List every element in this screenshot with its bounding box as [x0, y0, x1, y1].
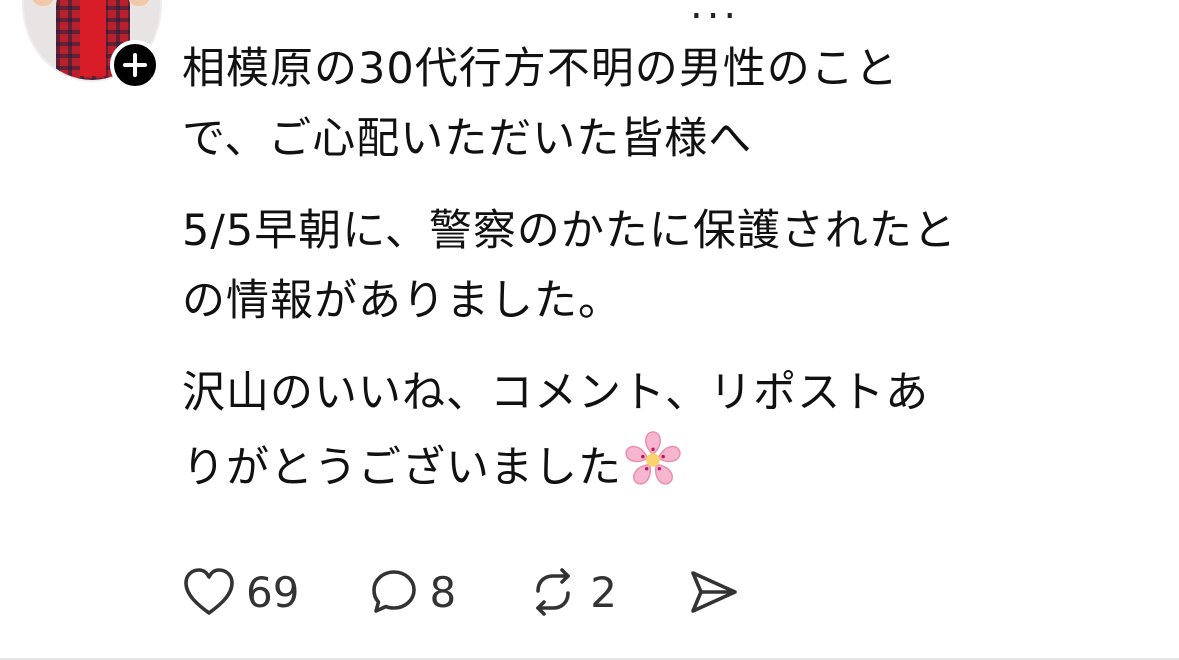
- post-text-line: 相模原の30代行方不明の男性のこと: [182, 44, 899, 94]
- comment-count: 8: [429, 567, 457, 617]
- comment-button[interactable]: 8: [369, 567, 456, 617]
- plus-icon: [123, 53, 147, 77]
- post-text-line: の情報がありました。: [182, 276, 622, 326]
- post-text-line: りがとうございました: [182, 428, 1142, 503]
- share-button[interactable]: [687, 567, 741, 617]
- like-count: 69: [246, 567, 300, 617]
- action-bar: 69 8 2: [182, 562, 811, 622]
- avatar-hand: [32, 0, 54, 6]
- post-body: 相模原の30代行方不明の男性のこと で、ご心配いただいた皆様へ 5/5早朝に、警…: [182, 34, 1142, 525]
- cherry-blossom-emoji: [625, 431, 681, 485]
- avatar-shirt: [80, 0, 106, 76]
- post-paragraph: 5/5早朝に、警察のかたに保護されたと の情報がありました。: [182, 196, 1142, 336]
- post-paragraph: 沢山のいいね、コメント、リポストあ りがとうございました: [182, 358, 1142, 503]
- post-text-line: で、ご心配いただいた皆様へ: [182, 114, 753, 164]
- post-paragraph: 相模原の30代行方不明の男性のこと で、ご心配いただいた皆様へ: [182, 34, 1142, 174]
- heart-icon: [184, 568, 234, 615]
- speech-bubble-icon: [372, 570, 417, 613]
- repost-count: 2: [590, 567, 617, 617]
- post-text-segment: りがとうございました: [182, 443, 622, 493]
- clipped-header-text: ...: [690, 0, 741, 28]
- avatar-hand: [128, 0, 150, 6]
- post-text-line: 5/5早朝に、警察のかたに保護されたと: [182, 206, 957, 256]
- like-button[interactable]: 69: [182, 567, 299, 617]
- follow-button[interactable]: [110, 40, 160, 90]
- send-icon: [691, 571, 737, 613]
- repost-button[interactable]: 2: [526, 567, 617, 617]
- thread-post: ... 相模原の30代行方不明の男性のこと で、ご心配いただいた皆様へ 5/5早…: [0, 0, 1179, 660]
- repost-arrows-icon: [536, 568, 570, 616]
- post-text-line: 沢山のいいね、コメント、リポストあ: [182, 368, 930, 418]
